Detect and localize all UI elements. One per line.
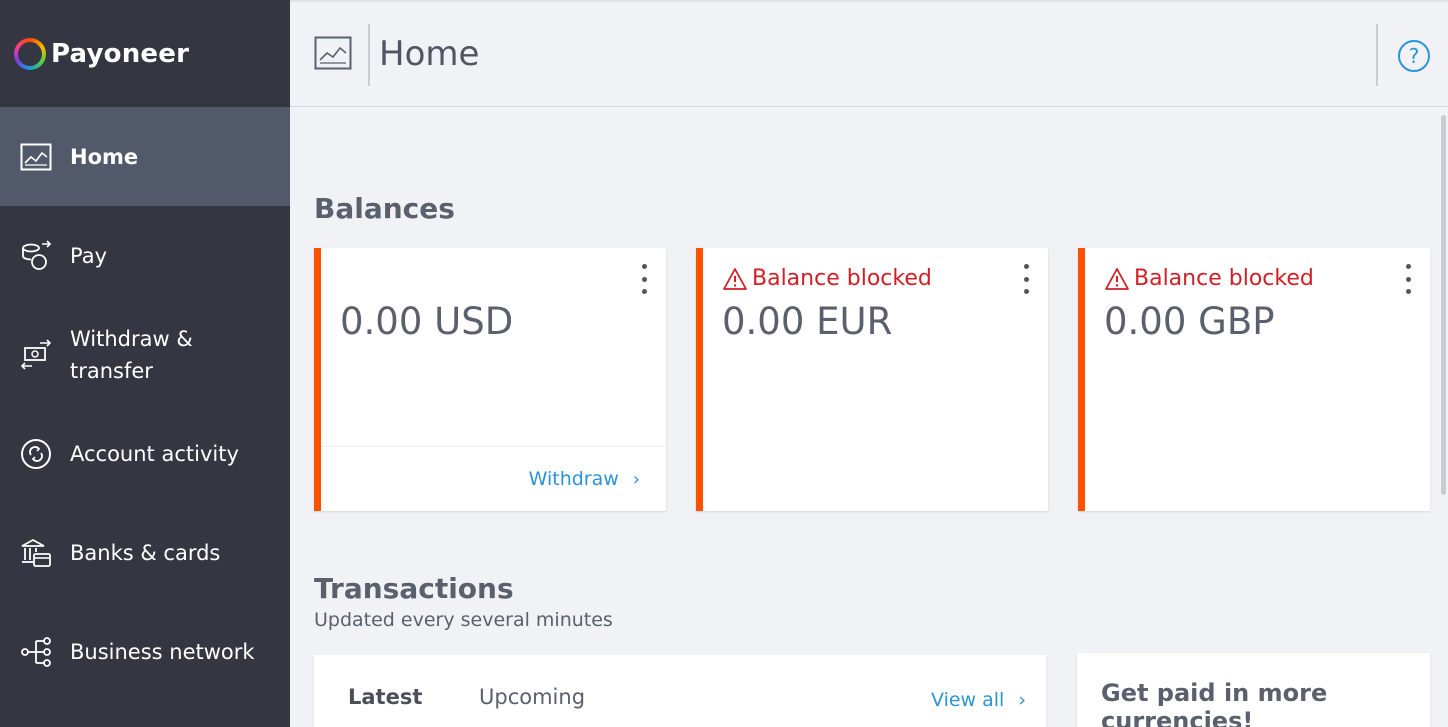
balance-card-usd: 0.00 USD Withdraw › bbox=[314, 248, 666, 511]
brand-name: Payoneer bbox=[51, 38, 190, 69]
balance-card-eur: Balance blocked 0.00 EUR bbox=[696, 248, 1048, 511]
view-all-label: View all bbox=[931, 689, 1005, 711]
sidebar-item-label: Withdraw & transfer bbox=[70, 326, 193, 383]
sidebar-item-business-network[interactable]: Business network bbox=[0, 602, 290, 701]
balance-status: Balance blocked bbox=[752, 266, 932, 291]
transactions-panel: Latest Upcoming View all › bbox=[314, 655, 1046, 727]
withdraw-transfer-icon bbox=[20, 338, 52, 371]
status-badge: Balance blocked bbox=[1104, 266, 1314, 291]
transactions-title: Transactions bbox=[314, 572, 514, 605]
promo-title: Get paid in more currencies! bbox=[1101, 679, 1328, 727]
more-options-icon[interactable] bbox=[1402, 264, 1414, 294]
page-title: Home bbox=[379, 34, 480, 74]
sidebar-item-label: Business network bbox=[70, 639, 255, 664]
warning-icon bbox=[1105, 267, 1129, 290]
sidebar-item-home[interactable]: Home bbox=[0, 107, 290, 206]
sidebar-item-account-activity[interactable]: Account activity bbox=[0, 404, 290, 503]
sidebar: Payoneer Home Pay Withdraw & transfer Ac… bbox=[0, 0, 290, 727]
sidebar-item-label: Account activity bbox=[70, 441, 239, 466]
sidebar-item-label: Pay bbox=[70, 243, 108, 268]
balance-amount: 0.00 GBP bbox=[1104, 300, 1275, 343]
header-bar: Home ? bbox=[290, 0, 1448, 107]
transactions-subtitle: Updated every several minutes bbox=[314, 609, 613, 631]
home-chart-icon bbox=[20, 141, 52, 173]
header-divider bbox=[368, 24, 370, 86]
balance-status: Balance blocked bbox=[1134, 266, 1314, 291]
balance-amount: 0.00 EUR bbox=[722, 300, 893, 343]
tab-latest[interactable]: Latest bbox=[348, 685, 422, 709]
sidebar-item-withdraw-transfer[interactable]: Withdraw & transfer bbox=[0, 305, 290, 404]
card-divider bbox=[321, 446, 666, 447]
chevron-right-icon: › bbox=[632, 468, 640, 490]
business-network-icon bbox=[20, 636, 52, 668]
view-all-link[interactable]: View all › bbox=[931, 689, 1026, 711]
more-options-icon[interactable] bbox=[1020, 264, 1032, 294]
warning-icon bbox=[723, 267, 747, 290]
withdraw-label: Withdraw bbox=[528, 468, 619, 490]
home-chart-icon bbox=[314, 36, 352, 74]
balance-card-gbp: Balance blocked 0.00 GBP bbox=[1078, 248, 1430, 511]
tab-upcoming[interactable]: Upcoming bbox=[479, 685, 585, 709]
sidebar-item-label: Home bbox=[70, 144, 139, 169]
page-scrollbar[interactable] bbox=[1441, 115, 1446, 495]
chevron-right-icon: › bbox=[1018, 689, 1026, 711]
status-badge: Balance blocked bbox=[722, 266, 932, 291]
header-divider bbox=[1376, 24, 1378, 86]
sidebar-item-label: Banks & cards bbox=[70, 540, 221, 565]
sidebar-item-banks-cards[interactable]: Banks & cards bbox=[0, 503, 290, 602]
payoneer-ring-icon bbox=[14, 37, 46, 70]
more-options-icon[interactable] bbox=[638, 264, 650, 294]
sidebar-item-pay[interactable]: Pay bbox=[0, 206, 290, 305]
withdraw-link[interactable]: Withdraw › bbox=[529, 468, 640, 490]
help-icon[interactable]: ? bbox=[1398, 40, 1430, 72]
balance-amount: 0.00 USD bbox=[340, 300, 514, 343]
promo-panel: Get paid in more currencies! bbox=[1077, 653, 1430, 727]
account-activity-icon bbox=[20, 438, 52, 470]
balances-title: Balances bbox=[314, 192, 455, 225]
bank-cards-icon bbox=[20, 537, 52, 569]
pay-icon bbox=[20, 239, 52, 272]
payoneer-logo[interactable]: Payoneer bbox=[0, 0, 290, 107]
